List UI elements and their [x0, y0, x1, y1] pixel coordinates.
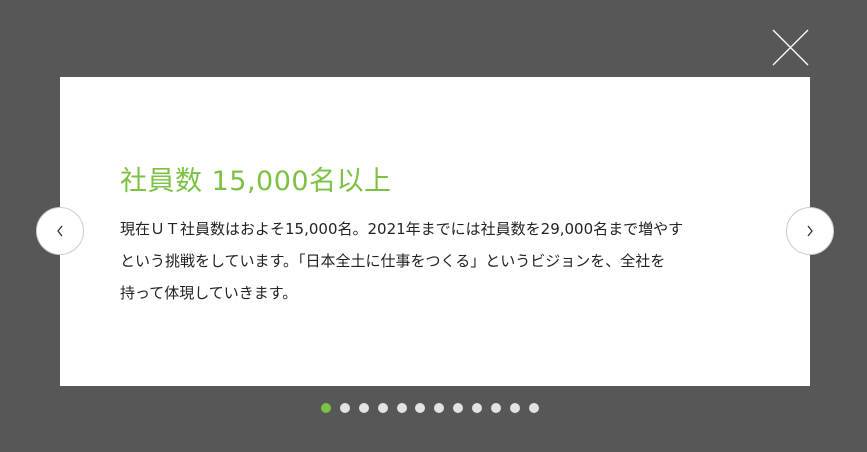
close-button[interactable] — [772, 29, 809, 66]
pagination-dot-7[interactable] — [434, 403, 445, 413]
next-button[interactable] — [786, 207, 834, 255]
body-line: という挑戦をしています。「日本全土に仕事をつくる」というビジョンを、全社を — [120, 252, 666, 270]
pagination-dot-12[interactable] — [528, 403, 539, 413]
chevron-left-icon — [57, 225, 63, 237]
pagination-dot-2[interactable] — [339, 403, 350, 413]
prev-button[interactable] — [36, 207, 84, 255]
close-icon — [772, 29, 809, 66]
pagination-dots — [321, 403, 539, 413]
modal-body: 現在ＵＴ社員数はおよそ15,000名。2021年までには社員数を29,000名ま… — [120, 213, 683, 309]
pagination-dot-11[interactable] — [509, 403, 520, 413]
body-line: 持って体現していきます。 — [120, 284, 298, 302]
pagination-dot-4[interactable] — [377, 403, 388, 413]
pagination-dot-10[interactable] — [491, 403, 502, 413]
body-line: 現在ＵＴ社員数はおよそ15,000名。2021年までには社員数を29,000名ま… — [120, 220, 684, 238]
pagination-dot-8[interactable] — [453, 403, 464, 413]
pagination-dot-5[interactable] — [396, 403, 407, 413]
modal-title: 社員数 15,000名以上 — [120, 166, 392, 197]
modal-card: 社員数 15,000名以上 現在ＵＴ社員数はおよそ15,000名。2021年まで… — [60, 77, 810, 386]
pagination-dot-6[interactable] — [415, 403, 426, 413]
pagination-dot-9[interactable] — [472, 403, 483, 413]
pagination-dot-3[interactable] — [358, 403, 369, 413]
chevron-right-icon — [807, 225, 813, 237]
pagination-dot-1[interactable] — [321, 403, 331, 413]
